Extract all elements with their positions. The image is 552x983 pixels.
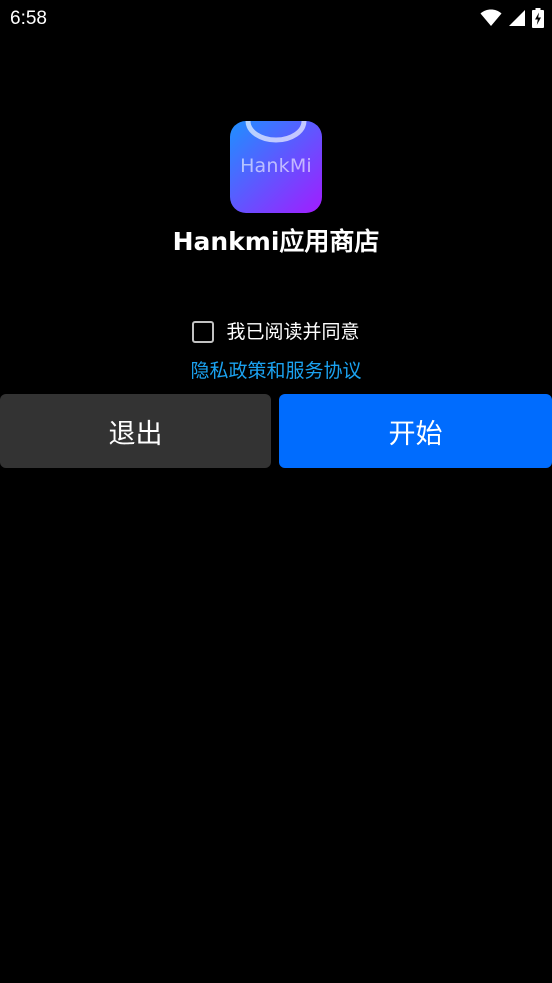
privacy-policy-link[interactable]: 隐私政策和服务协议 xyxy=(0,357,552,385)
agreement-row[interactable]: 我已阅读并同意 xyxy=(0,318,552,346)
wifi-icon xyxy=(480,9,502,27)
app-logo-text: HankMi xyxy=(240,155,312,177)
app-logo-icon: HankMi xyxy=(230,121,322,213)
status-time: 6:58 xyxy=(10,8,47,29)
app-title: Hankmi应用商店 xyxy=(172,227,380,256)
battery-charging-icon xyxy=(532,8,544,28)
status-icons xyxy=(480,7,544,29)
signal-icon xyxy=(508,9,526,27)
agree-label: 我已阅读并同意 xyxy=(226,321,360,343)
status-bar: 6:58 xyxy=(0,0,552,38)
agree-checkbox[interactable] xyxy=(192,321,215,343)
start-button[interactable]: 开始 xyxy=(279,394,552,468)
exit-button[interactable]: 退出 xyxy=(0,394,271,468)
